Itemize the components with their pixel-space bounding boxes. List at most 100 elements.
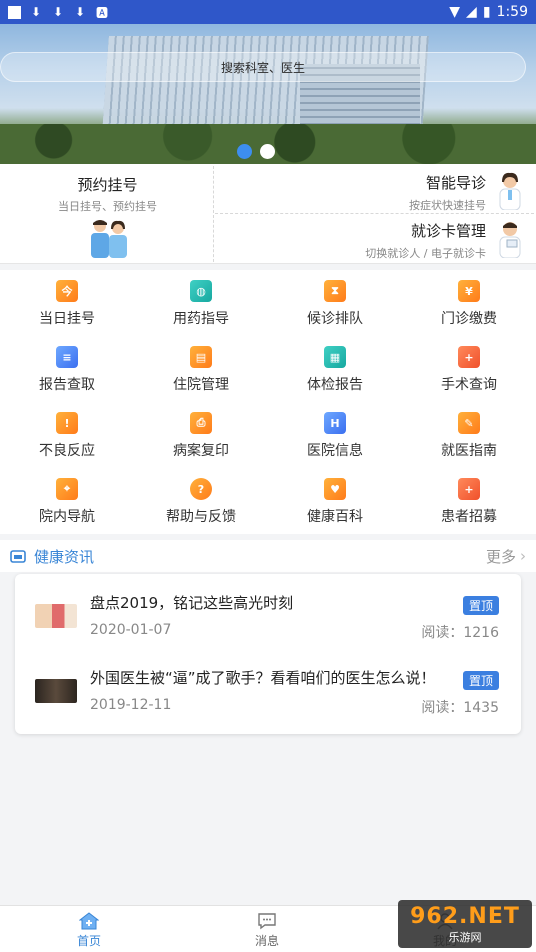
news-list: 盘点2019，铭记这些高光时刻 2020-01-07 置顶 阅读：1216 外国… <box>15 574 521 734</box>
grid-row: ≡ 报告查取 ▤ 住院管理 ▦ 体检报告 + 手术查询 <box>0 336 536 402</box>
grid-item-label: 候诊排队 <box>307 311 363 327</box>
carousel-dot[interactable] <box>260 144 275 159</box>
grid-item-waiting-queue[interactable]: ⧗ 候诊排队 <box>268 270 402 336</box>
hospital-icon: H <box>324 412 346 434</box>
recruit-icon: + <box>458 478 480 500</box>
female-doctor-avatar-icon <box>499 172 521 210</box>
news-item[interactable]: 盘点2019，铭记这些高光时刻 2020-01-07 置顶 阅读：1216 <box>15 584 521 654</box>
notification-square-icon <box>8 5 21 19</box>
appointment-subtitle: 当日挂号、预约挂号 <box>58 200 157 213</box>
grid-item-label: 用药指导 <box>173 311 229 327</box>
card-management-subtitle: 切换就诊人 / 电子就诊卡 <box>365 247 486 260</box>
news-title: 盘点2019，铭记这些高光时刻 <box>90 594 294 612</box>
grid-row: ! 不良反应 ⎙ 病案复印 H 医院信息 ✎ 就医指南 <box>0 402 536 468</box>
grid-item-label: 体检报告 <box>307 377 363 393</box>
news-read-count: 阅读：1216 <box>421 625 499 641</box>
appointment-card[interactable]: 预约挂号 当日挂号、预约挂号 <box>2 166 214 262</box>
download-icon: ⬇ <box>52 5 64 19</box>
news-date: 2020-01-07 <box>90 622 172 638</box>
pinned-badge: 置顶 <box>462 671 499 690</box>
nav-label: 首页 <box>76 934 101 948</box>
wifi-icon: ▼ <box>449 4 461 20</box>
health-encyclopedia-icon: ♥ <box>324 478 346 500</box>
app-screen: ⬇ ⬇ ⬇ 🅰 ▼ ◢ ▮ 1:59 搜索科室、医生 预约挂号 当日挂号、预约挂… <box>0 0 536 952</box>
search-placeholder: 搜索科室、医生 <box>220 60 305 75</box>
male-doctor-avatar-icon <box>499 222 521 258</box>
news-more-link[interactable]: 更多 <box>486 546 516 567</box>
appointment-title: 预约挂号 <box>77 176 138 194</box>
signal-icon: ◢ <box>466 4 477 20</box>
home-icon <box>79 912 99 930</box>
grid-item-health-encyclopedia[interactable]: ♥ 健康百科 <box>268 468 402 534</box>
grid-item-inpatient-management[interactable]: ▤ 住院管理 <box>134 336 268 402</box>
grid-item-indoor-navigation[interactable]: ⌖ 院内导航 <box>0 468 134 534</box>
site-watermark: 962.NET 乐游网 <box>398 900 532 948</box>
battery-icon: ▮ <box>482 4 491 20</box>
surgery-icon: + <box>458 346 480 368</box>
checkup-report-icon: ▦ <box>324 346 346 368</box>
status-left: ⬇ ⬇ ⬇ 🅰 <box>8 5 109 20</box>
hero-banner[interactable]: 搜索科室、医生 <box>0 24 536 164</box>
grid-item-label: 医院信息 <box>307 443 363 459</box>
grid-item-help-feedback[interactable]: ? 帮助与反馈 <box>134 468 268 534</box>
grid-item-medical-guide[interactable]: ✎ 就医指南 <box>402 402 536 468</box>
smart-triage-text: 智能导诊 按症状快速挂号 <box>409 172 486 213</box>
nav-home[interactable]: 首页 <box>0 906 178 952</box>
news-title: 外国医生被“逼”成了歌手？看看咱们的医生怎么说！ <box>90 669 436 687</box>
carousel-indicator <box>237 144 275 159</box>
news-item[interactable]: 外国医生被“逼”成了歌手？看看咱们的医生怎么说！ 2019-12-11 置顶 阅… <box>15 659 521 729</box>
nav-label: 消息 <box>254 934 279 948</box>
grid-item-label: 就医指南 <box>441 443 497 459</box>
female-doctor-icon <box>109 220 127 258</box>
smart-triage-card[interactable]: 智能导诊 按症状快速挂号 <box>215 166 534 214</box>
card-management-title: 就诊卡管理 <box>410 222 486 240</box>
grid-item-label: 患者招募 <box>441 509 497 525</box>
news-thumbnail <box>35 604 77 628</box>
wallet-icon: ¥ <box>458 280 480 302</box>
grid-item-label: 报告查取 <box>39 377 95 393</box>
quick-cards: 预约挂号 当日挂号、预约挂号 智能导诊 按症状快速挂号 就诊卡管理 切换就诊人 … <box>0 164 536 264</box>
download-icon: ⬇ <box>74 5 86 19</box>
grid-item-surgery-query[interactable]: + 手术查询 <box>402 336 536 402</box>
grid-item-label: 健康百科 <box>307 509 363 525</box>
pill-icon: ◍ <box>190 280 212 302</box>
grid-item-label: 病案复印 <box>173 443 229 459</box>
grid-item-hospital-info[interactable]: H 医院信息 <box>268 402 402 468</box>
pinned-badge: 置顶 <box>462 596 499 615</box>
grid-item-report-retrieval[interactable]: ≡ 报告查取 <box>0 336 134 402</box>
news-icon <box>10 550 26 563</box>
grid-item-checkup-report[interactable]: ▦ 体检报告 <box>268 336 402 402</box>
news-date: 2019-12-11 <box>90 697 172 713</box>
grid-item-label: 不良反应 <box>39 443 95 459</box>
app-a-icon: 🅰 <box>95 5 108 20</box>
grid-item-medication-guide[interactable]: ◍ 用药指导 <box>134 270 268 336</box>
grid-item-same-day-register[interactable]: 今 当日挂号 <box>0 270 134 336</box>
carousel-dot-active[interactable] <box>237 144 252 159</box>
smart-triage-subtitle: 按症状快速挂号 <box>409 199 486 212</box>
chevron-right-icon[interactable]: › <box>520 547 526 565</box>
help-icon: ? <box>190 478 212 500</box>
grid-item-label: 住院管理 <box>173 377 229 393</box>
news-section-title: 健康资讯 <box>34 547 95 566</box>
card-management-text: 就诊卡管理 切换就诊人 / 电子就诊卡 <box>365 220 486 261</box>
clock: 1:59 <box>496 4 528 20</box>
message-icon <box>258 913 276 930</box>
status-bar: ⬇ ⬇ ⬇ 🅰 ▼ ◢ ▮ 1:59 <box>0 0 536 24</box>
news-read-count: 阅读：1435 <box>421 700 499 716</box>
grid-item-label: 手术查询 <box>441 377 497 393</box>
grid-item-patient-recruit[interactable]: + 患者招募 <box>402 468 536 534</box>
grid-item-record-copy[interactable]: ⎙ 病案复印 <box>134 402 268 468</box>
watermark-brand: 962.NET <box>410 903 520 929</box>
grid-item-adverse-reaction[interactable]: ! 不良反应 <box>0 402 134 468</box>
nav-messages[interactable]: 消息 <box>178 906 356 952</box>
grid-item-outpatient-payment[interactable]: ¥ 门诊缴费 <box>402 270 536 336</box>
map-navigation-icon: ⌖ <box>56 478 78 500</box>
status-right: ▼ ◢ ▮ 1:59 <box>449 4 528 20</box>
grid-row: ⌖ 院内导航 ? 帮助与反馈 ♥ 健康百科 + 患者招募 <box>0 468 536 534</box>
grid-item-label: 门诊缴费 <box>441 311 497 327</box>
grid-item-label: 当日挂号 <box>39 311 95 327</box>
news-thumbnail <box>35 679 77 703</box>
search-input[interactable]: 搜索科室、医生 <box>0 52 526 82</box>
card-management-card[interactable]: 就诊卡管理 切换就诊人 / 电子就诊卡 <box>215 214 534 262</box>
smart-triage-title: 智能导诊 <box>425 174 486 192</box>
